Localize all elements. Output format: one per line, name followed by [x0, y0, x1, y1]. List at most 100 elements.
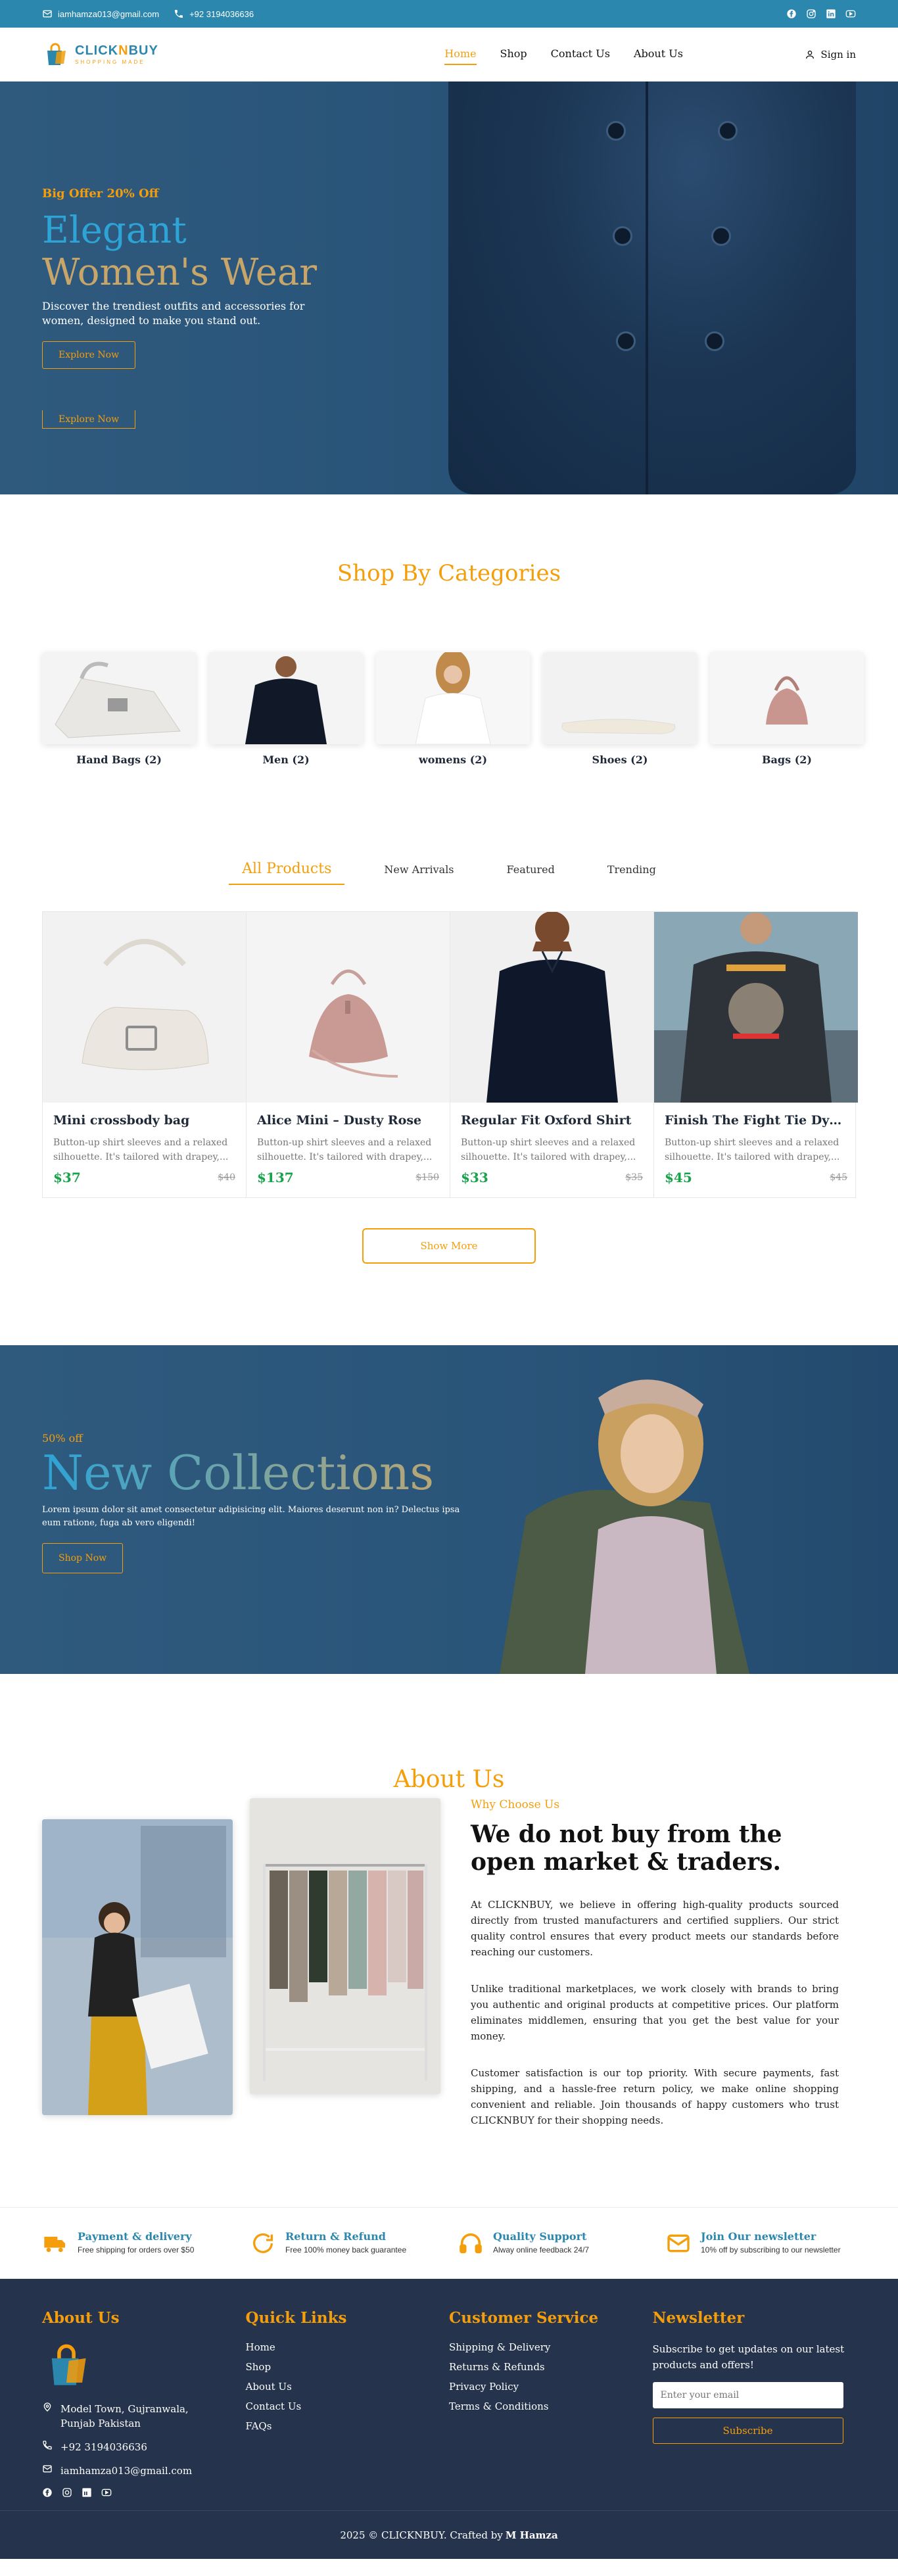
nav-contact[interactable]: Contact Us: [551, 43, 610, 65]
instagram-icon[interactable]: [806, 9, 816, 19]
category-womens[interactable]: womens (2): [376, 652, 530, 766]
nav-about[interactable]: About Us: [634, 43, 683, 65]
feature-title: Quality Support: [493, 2230, 587, 2243]
about-image-shopper: [42, 1819, 233, 2115]
footer-link-shipping[interactable]: Shipping & Delivery: [449, 2341, 653, 2353]
product-description: Button-up shirt sleeves and a relaxed si…: [461, 1137, 636, 1162]
collections-content: 50% off New Collections Lorem ipsum dolo…: [42, 1432, 476, 1573]
tab-trending[interactable]: Trending: [594, 858, 669, 885]
topbar-phone[interactable]: +92 3194036636: [174, 9, 254, 19]
category-label: Bags (2): [762, 753, 812, 766]
category-image: [710, 652, 864, 744]
ghost-explore-button: Explore Now: [42, 410, 136, 429]
tab-new-arrivals[interactable]: New Arrivals: [371, 858, 467, 885]
footer-link-privacy[interactable]: Privacy Policy: [449, 2381, 653, 2393]
product-card[interactable]: Regular Fit Oxford Shirt Button-up shirt…: [450, 912, 654, 1197]
nav-home[interactable]: Home: [444, 43, 477, 65]
product-card[interactable]: Alice Mini – Dusty Rose Button-up shirt …: [247, 912, 450, 1197]
main-nav: Home Shop Contact Us About Us: [444, 43, 683, 65]
signin-button[interactable]: Sign in: [805, 49, 856, 60]
feature-subtitle: 10% off by subscribing to our newsletter: [701, 2245, 841, 2254]
category-shoes[interactable]: Shoes (2): [543, 652, 697, 766]
feature-quality-support: Quality Support Alway online feedback 24/…: [458, 2230, 648, 2256]
about-paragraph: Customer satisfaction is our top priorit…: [471, 2067, 839, 2126]
newsletter-email-input[interactable]: [652, 2382, 843, 2408]
site-footer: About Us Model Town, Gujranwala, Punjab …: [0, 2279, 898, 2559]
about-paragraph: Unlike traditional marketplaces, we work…: [471, 1983, 839, 2042]
linkedin-icon[interactable]: [826, 9, 836, 19]
category-hand-bags[interactable]: Hand Bags (2): [42, 652, 196, 766]
youtube-icon[interactable]: [101, 2487, 112, 2498]
product-card[interactable]: Finish The Fight Tie Dye Sw... Button-up…: [654, 912, 858, 1197]
topbar-phone-text: +92 3194036636: [189, 9, 254, 19]
explore-now-button[interactable]: Explore Now: [42, 341, 136, 369]
category-men[interactable]: Men (2): [209, 652, 363, 766]
product-card[interactable]: Mini crossbody bag Button-up shirt sleev…: [43, 912, 247, 1197]
footer-link-contact[interactable]: Contact Us: [246, 2400, 450, 2412]
footer-newsletter-title: Newsletter: [652, 2309, 745, 2327]
footer-newsletter: Newsletter Subscribe to get updates on o…: [652, 2309, 857, 2498]
user-icon: [805, 49, 815, 60]
footer-link-about[interactable]: About Us: [246, 2381, 450, 2393]
product-old-price: $45: [830, 1172, 847, 1183]
shop-now-button[interactable]: Shop Now: [42, 1543, 124, 1573]
show-more-button[interactable]: Show More: [362, 1228, 536, 1264]
product-image: [654, 912, 858, 1103]
features-bar: Payment & delivery Free shipping for orde…: [0, 2207, 898, 2279]
main-header: CLICKNBUY SHOPPING MADE Home Shop Contac…: [0, 28, 898, 82]
about-text: Why Choose Us We do not buy from the ope…: [471, 1798, 839, 2128]
site-logo[interactable]: CLICKNBUY SHOPPING MADE: [42, 41, 158, 68]
product-old-price: $150: [415, 1172, 439, 1183]
youtube-icon[interactable]: [845, 9, 856, 19]
topbar-social: [786, 9, 856, 19]
about-section: About Us Why Choose Us We do not buy fro…: [0, 1674, 898, 2207]
mail-icon: [42, 2464, 53, 2474]
footer-link-faqs[interactable]: FAQs: [246, 2420, 450, 2432]
footer-about: About Us Model Town, Gujranwala, Punjab …: [42, 2309, 246, 2498]
footer-about-title: About Us: [42, 2309, 120, 2327]
product-description: Button-up shirt sleeves and a relaxed si…: [53, 1137, 229, 1162]
top-bar: iamhamza013@gmail.com +92 3194036636: [0, 0, 898, 28]
footer-logo-icon: [42, 2341, 246, 2393]
linkedin-icon[interactable]: [82, 2487, 92, 2498]
product-description: Button-up shirt sleeves and a relaxed si…: [257, 1137, 433, 1162]
newsletter-text: Subscribe to get updates on our latest p…: [652, 2343, 845, 2371]
topbar-contact: iamhamza013@gmail.com +92 3194036636: [42, 9, 254, 19]
category-image: [543, 652, 697, 744]
category-list: Hand Bags (2) Men (2) womens (2) Shoes (…: [42, 652, 864, 766]
headphones-icon: [458, 2230, 484, 2256]
author-name: M Hamza: [505, 2529, 558, 2541]
signin-label: Sign in: [820, 48, 856, 60]
location-icon: [42, 2402, 53, 2412]
hero-subtitle: Discover the trendiest outfits and acces…: [42, 300, 305, 327]
footer-phone[interactable]: +92 3194036636: [42, 2440, 246, 2454]
footer-email[interactable]: iamhamza013@gmail.com: [42, 2464, 246, 2478]
hero-banner: Big Offer 20% Off Elegant Women's Wear D…: [0, 82, 898, 494]
subscribe-button[interactable]: Subscribe: [652, 2418, 843, 2444]
collections-title: New Collections: [42, 1444, 476, 1501]
instagram-icon[interactable]: [62, 2487, 72, 2498]
footer-link-shop[interactable]: Shop: [246, 2361, 450, 2373]
tab-all-products[interactable]: All Products: [229, 858, 345, 885]
footer-quick-title: Quick Links: [245, 2309, 347, 2327]
topbar-email[interactable]: iamhamza013@gmail.com: [42, 9, 159, 19]
product-image: [247, 912, 450, 1103]
footer-link-terms[interactable]: Terms & Conditions: [449, 2400, 653, 2412]
feature-subtitle: Free 100% money back guarantee: [285, 2245, 407, 2254]
footer-link-home[interactable]: Home: [246, 2341, 450, 2353]
category-bags[interactable]: Bags (2): [710, 652, 864, 766]
mail-icon: [665, 2230, 692, 2256]
facebook-icon[interactable]: [42, 2487, 53, 2498]
nav-shop[interactable]: Shop: [500, 43, 527, 65]
feature-subtitle: Alway online feedback 24/7: [493, 2245, 590, 2254]
category-image: [209, 652, 363, 744]
footer-service-title: Customer Service: [449, 2309, 599, 2327]
tab-featured[interactable]: Featured: [494, 858, 568, 885]
facebook-icon[interactable]: [786, 9, 797, 19]
hero-title: Elegant Women's Wear: [42, 209, 318, 294]
collections-discount: 50% off: [42, 1432, 83, 1444]
product-name: Alice Mini – Dusty Rose: [257, 1113, 422, 1128]
footer-link-returns[interactable]: Returns & Refunds: [449, 2361, 653, 2373]
feature-title: Payment & delivery: [78, 2230, 192, 2243]
product-image: [450, 912, 653, 1103]
